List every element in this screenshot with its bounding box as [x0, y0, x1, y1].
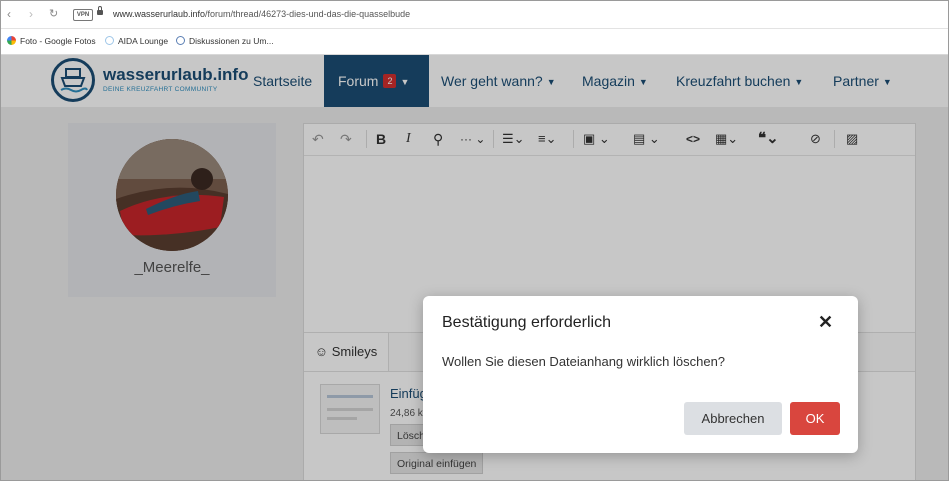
bookmark-label: Diskussionen zu Um...: [189, 36, 274, 46]
lock-icon[interactable]: [97, 6, 103, 15]
ok-button[interactable]: OK: [790, 402, 840, 435]
url-input[interactable]: www.wasserurlaub.info/forum/thread/46273…: [113, 9, 410, 19]
bookmark-label: Foto - Google Fotos: [20, 36, 96, 46]
bookmarks-bar: Foto - Google Fotos AIDA Lounge Diskussi…: [1, 29, 948, 55]
back-icon[interactable]: ‹: [7, 7, 11, 21]
bookmark-label: AIDA Lounge: [118, 36, 169, 46]
bookmark-aida-lounge[interactable]: AIDA Lounge: [105, 36, 168, 46]
vpn-badge[interactable]: VPN: [73, 9, 93, 21]
url-host: www.wasserurlaub.info: [113, 9, 206, 19]
bookmark-google-fotos[interactable]: Foto - Google Fotos: [7, 36, 96, 46]
confirm-dialog: Bestätigung erforderlich ✕ Wollen Sie di…: [423, 296, 858, 453]
dialog-message: Wollen Sie diesen Dateianhang wirklich l…: [442, 354, 726, 369]
url-path: /forum/thread/46273-dies-und-das-die-qua…: [205, 9, 411, 19]
address-bar-row: ‹ › ↻ VPN www.wasserurlaub.info/forum/th…: [1, 1, 948, 29]
forward-icon[interactable]: ›: [29, 7, 33, 21]
pinwheel-icon: [7, 36, 16, 45]
globe-icon: [176, 36, 185, 45]
cloud-icon: [105, 36, 114, 45]
close-icon[interactable]: ✕: [818, 312, 833, 333]
cancel-button[interactable]: Abbrechen: [684, 402, 782, 435]
reload-icon[interactable]: ↻: [49, 7, 58, 20]
browser-window: ‹ › ↻ VPN www.wasserurlaub.info/forum/th…: [0, 0, 949, 481]
bookmark-diskussionen[interactable]: Diskussionen zu Um...: [176, 36, 274, 46]
dialog-title: Bestätigung erforderlich: [442, 314, 611, 331]
